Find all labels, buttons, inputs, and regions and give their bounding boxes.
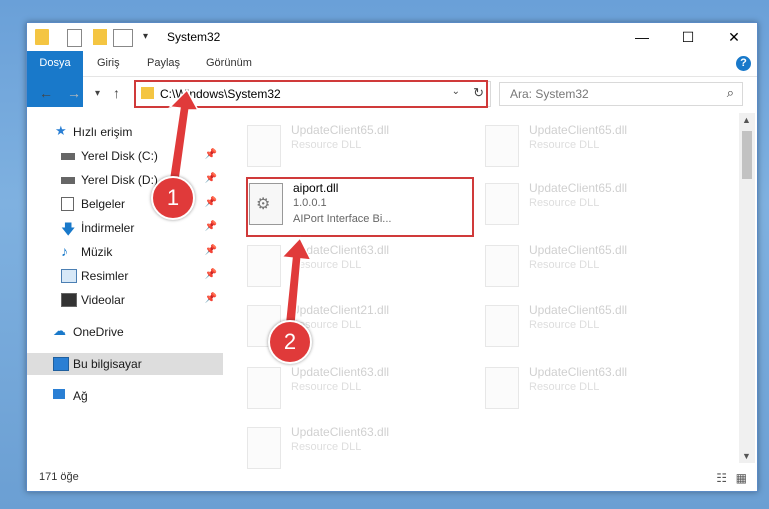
arrow-1 xyxy=(167,88,200,191)
arrow-2 xyxy=(280,236,313,329)
step-badge-2: 2 xyxy=(268,320,312,364)
step-badge-1: 1 xyxy=(151,176,195,220)
annotation-arrows xyxy=(167,88,313,329)
